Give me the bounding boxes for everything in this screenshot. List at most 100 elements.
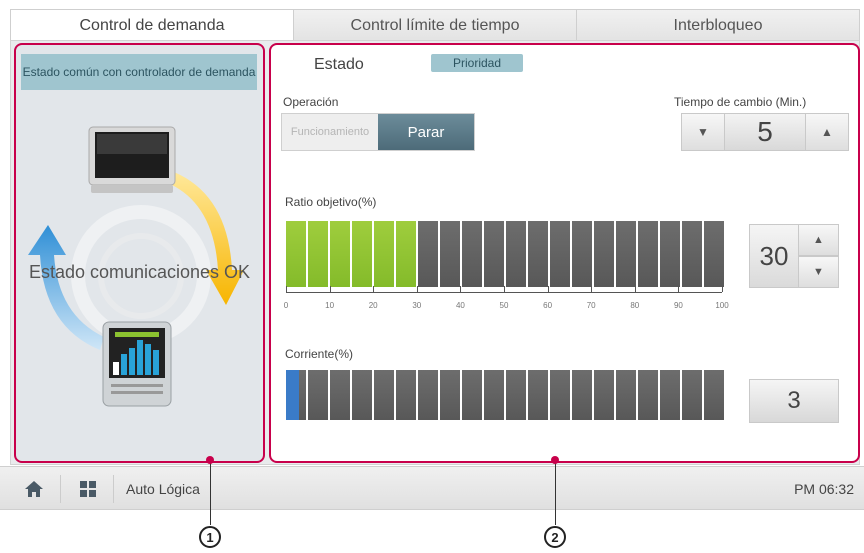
scale-tick-label: 70 [586,301,596,310]
tab-control-demanda[interactable]: Control de demanda [10,9,294,41]
current-segment [616,370,636,420]
current-segment [638,370,658,420]
target-ratio-scale: 0 10 20 30 40 50 60 70 80 90 100 [283,286,729,312]
current-bar [286,370,724,420]
scale-axis [286,292,722,293]
scale-tick-label: 10 [325,301,335,310]
target-ratio-segment [506,221,526,287]
target-ratio-segment [594,221,614,287]
scale-tick-label: 60 [543,301,553,310]
target-ratio-increase-button[interactable]: ▲ [799,224,839,256]
scale-tick-label: 50 [499,301,509,310]
target-ratio-segment [418,221,438,287]
scale-tick-label: 40 [455,301,465,310]
tab-bar: Control de demanda Control límite de tie… [10,9,860,41]
run-button[interactable]: Funcionamiento [282,114,378,150]
callout-line-1 [210,460,211,525]
current-segment [528,370,548,420]
bottom-bar: Auto Lógica PM 06:32 [0,466,864,510]
target-ratio-segment [616,221,636,287]
scale-tick [591,286,593,292]
target-ratio-segment [572,221,592,287]
target-ratio-segment [286,221,306,287]
triangle-down-icon: ▼ [697,125,709,139]
target-ratio-stepper: 30 ▲ ▼ [749,224,839,288]
home-icon [25,481,43,497]
grid-icon [80,481,96,497]
triangle-up-icon: ▲ [813,234,824,246]
current-segment [440,370,460,420]
change-time-decrease-button[interactable]: ▼ [681,113,725,151]
scale-tick [416,286,418,292]
target-ratio-segment [396,221,416,287]
scale-tick-label: 20 [368,301,378,310]
target-ratio-label: Ratio objetivo(%) [285,195,377,209]
current-label: Corriente(%) [285,347,354,361]
scale-tick [460,286,462,292]
target-ratio-bar[interactable] [286,221,724,287]
current-segment [418,370,438,420]
scale-tick [547,286,549,292]
current-segment [462,370,482,420]
change-time-increase-button[interactable]: ▲ [805,113,849,151]
current-segment [374,370,394,420]
scale-tick [678,286,680,292]
target-ratio-segment [528,221,548,287]
scale-tick-label: 90 [673,301,683,310]
demand-control-panel: Estado Prioridad Operación Funcionamient… [269,43,860,463]
target-ratio-value: 30 [749,224,799,288]
callout-dot-1 [206,456,214,464]
operation-label: Operación [283,95,339,109]
target-ratio-segment [308,221,328,287]
divider [113,475,114,503]
blue-arrow-icon [28,225,104,350]
scale-tick [722,286,723,292]
target-ratio-segment [484,221,504,287]
comm-status-text: Estado comunicaciones OK [28,262,251,282]
tab-control-limite-tiempo[interactable]: Control límite de tiempo [294,9,577,41]
priority-badge: Prioridad [431,54,523,72]
target-ratio-segment [660,221,680,287]
current-segment [572,370,592,420]
scale-tick-label: 30 [412,301,422,310]
scale-tick [634,286,636,292]
current-segment [308,370,328,420]
triangle-up-icon: ▲ [821,125,833,139]
menu-button[interactable] [68,475,108,503]
target-ratio-decrease-button[interactable]: ▼ [799,256,839,288]
current-segment [704,370,724,420]
current-segment [682,370,702,420]
target-ratio-segment [440,221,460,287]
current-segment [506,370,526,420]
scale-tick-label: 80 [630,301,640,310]
change-time-stepper: ▼ 5 ▲ [681,113,849,151]
divider [60,475,61,503]
home-button[interactable] [14,475,54,503]
scale-tick [373,286,375,292]
triangle-down-icon: ▼ [813,266,824,278]
tab-interbloqueo[interactable]: Interbloqueo [577,9,860,41]
operation-toggle: Funcionamiento Parar [281,113,475,151]
current-value: 3 [749,379,839,423]
scale-tick [286,286,287,292]
target-ratio-segment [638,221,658,287]
target-ratio-segment [682,221,702,287]
callout-line-2 [555,460,556,525]
target-ratio-segment [462,221,482,287]
scale-tick-label: 100 [715,301,729,310]
state-label: Estado [314,56,364,73]
status-panel-title: Estado común con controlador de demanda [21,54,257,90]
touch-controller-icon [88,126,176,193]
demand-controller-icon [102,321,172,407]
current-segment [660,370,680,420]
status-panel: Estado común con controlador de demanda … [14,43,265,463]
clock: PM 06:32 [794,481,854,497]
current-fill [286,370,300,420]
callout-number-1: 1 [199,526,221,548]
scale-tick-label: 0 [283,301,289,310]
yellow-arrow-icon [170,172,244,305]
stop-button[interactable]: Parar [378,114,474,150]
scale-tick [504,286,505,292]
current-segment [550,370,570,420]
current-segment [352,370,372,420]
